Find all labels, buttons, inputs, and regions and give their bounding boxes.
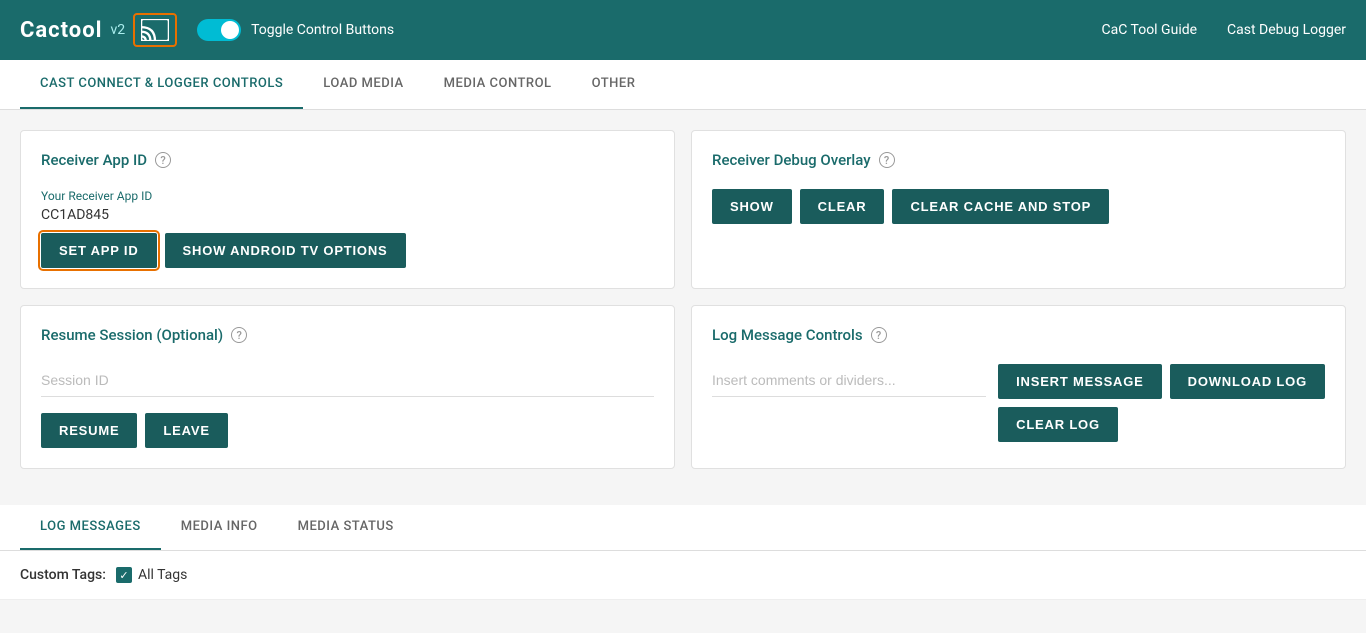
bottom-tab-log-messages[interactable]: LOG MESSAGES (20, 505, 161, 550)
cac-tool-guide-link[interactable]: CaC Tool Guide (1102, 22, 1198, 38)
tab-load-media[interactable]: LOAD MEDIA (303, 60, 423, 109)
cast-debug-logger-link[interactable]: Cast Debug Logger (1227, 22, 1346, 38)
log-message-controls-title: Log Message Controls ? (712, 326, 1325, 344)
bottom-tabs-bar: LOG MESSAGES MEDIA INFO MEDIA STATUS (0, 505, 1366, 551)
bottom-cards-row: Resume Session (Optional) ? RESUME LEAVE… (20, 305, 1346, 469)
resume-button[interactable]: RESUME (41, 413, 137, 448)
tab-cast-connect-logger-controls[interactable]: CAST CONNECT & LOGGER CONTROLS (20, 60, 303, 109)
app-header: Cactool v2 Toggle Control Buttons CaC To… (0, 0, 1366, 60)
show-android-tv-options-button[interactable]: SHOW ANDROID TV OPTIONS (165, 233, 406, 268)
bottom-tab-media-status[interactable]: MEDIA STATUS (278, 505, 414, 550)
log-controls-row: INSERT MESSAGE DOWNLOAD LOG CLEAR LOG (712, 364, 1325, 442)
receiver-debug-overlay-help-icon[interactable]: ? (879, 152, 895, 168)
all-tags-checkbox[interactable]: ✓ (116, 567, 132, 583)
resume-session-buttons: RESUME LEAVE (41, 413, 654, 448)
all-tags-checkbox-wrapper[interactable]: ✓ All Tags (116, 567, 187, 583)
toggle-control-buttons[interactable] (197, 19, 241, 41)
cast-icon-wrapper[interactable] (133, 13, 177, 47)
insert-message-button[interactable]: INSERT MESSAGE (998, 364, 1162, 399)
toggle-area: Toggle Control Buttons (197, 19, 394, 41)
custom-tags-row: Custom Tags: ✓ All Tags (0, 551, 1366, 600)
receiver-app-id-input-label: Your Receiver App ID (41, 189, 654, 203)
tab-media-control[interactable]: MEDIA CONTROL (424, 60, 572, 109)
receiver-debug-overlay-buttons: SHOW CLEAR CLEAR CACHE AND STOP (712, 189, 1325, 224)
receiver-app-id-card: Receiver App ID ? Your Receiver App ID C… (20, 130, 675, 289)
receiver-debug-overlay-title: Receiver Debug Overlay ? (712, 151, 1325, 169)
receiver-app-id-buttons: SET APP ID SHOW ANDROID TV OPTIONS (41, 233, 654, 268)
clear-cache-and-stop-button[interactable]: CLEAR CACHE AND STOP (892, 189, 1109, 224)
leave-button[interactable]: LEAVE (145, 413, 227, 448)
main-content: Receiver App ID ? Your Receiver App ID C… (0, 110, 1366, 505)
log-comment-input[interactable] (712, 364, 986, 397)
log-message-controls-help-icon[interactable]: ? (871, 327, 887, 343)
resume-session-title: Resume Session (Optional) ? (41, 326, 654, 344)
logo-text: Cactool (20, 18, 102, 43)
clear-button[interactable]: CLEAR (800, 189, 885, 224)
main-tabs-bar: CAST CONNECT & LOGGER CONTROLS LOAD MEDI… (0, 60, 1366, 110)
log-buttons: INSERT MESSAGE DOWNLOAD LOG CLEAR LOG (998, 364, 1325, 442)
receiver-app-id-help-icon[interactable]: ? (155, 152, 171, 168)
receiver-app-id-value: CC1AD845 (41, 207, 654, 223)
logo-area: Cactool v2 (20, 13, 177, 47)
receiver-app-id-title: Receiver App ID ? (41, 151, 654, 169)
session-id-input[interactable] (41, 364, 654, 397)
bottom-tab-media-info[interactable]: MEDIA INFO (161, 505, 278, 550)
show-button[interactable]: SHOW (712, 189, 792, 224)
tab-other[interactable]: OTHER (572, 60, 656, 109)
logo-version: v2 (110, 22, 125, 38)
clear-log-button[interactable]: CLEAR LOG (998, 407, 1118, 442)
log-message-controls-card: Log Message Controls ? INSERT MESSAGE DO… (691, 305, 1346, 469)
set-app-id-button[interactable]: SET APP ID (41, 233, 157, 268)
top-cards-row: Receiver App ID ? Your Receiver App ID C… (20, 130, 1346, 289)
resume-session-help-icon[interactable]: ? (231, 327, 247, 343)
resume-session-card: Resume Session (Optional) ? RESUME LEAVE (20, 305, 675, 469)
all-tags-label: All Tags (138, 567, 187, 583)
cast-icon (141, 19, 169, 41)
custom-tags-label: Custom Tags: (20, 567, 106, 583)
header-nav: CaC Tool Guide Cast Debug Logger (1102, 22, 1347, 38)
receiver-debug-overlay-card: Receiver Debug Overlay ? SHOW CLEAR CLEA… (691, 130, 1346, 289)
toggle-label: Toggle Control Buttons (251, 22, 394, 38)
download-log-button[interactable]: DOWNLOAD LOG (1170, 364, 1325, 399)
log-buttons-top: INSERT MESSAGE DOWNLOAD LOG (998, 364, 1325, 399)
